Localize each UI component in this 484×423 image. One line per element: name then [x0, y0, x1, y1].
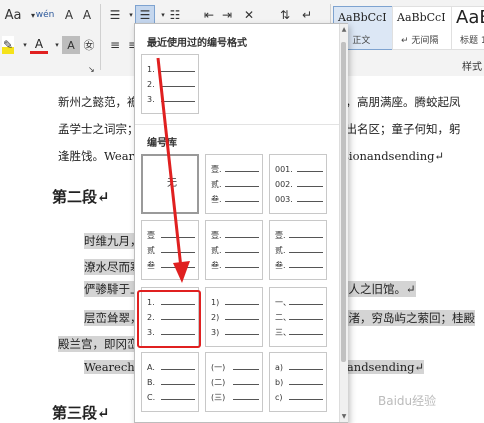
arrow-head [173, 261, 190, 283]
watermark: Baidu经验 [378, 394, 437, 408]
arrow-shaft [156, 57, 183, 269]
annotation-arrow [156, 57, 190, 283]
